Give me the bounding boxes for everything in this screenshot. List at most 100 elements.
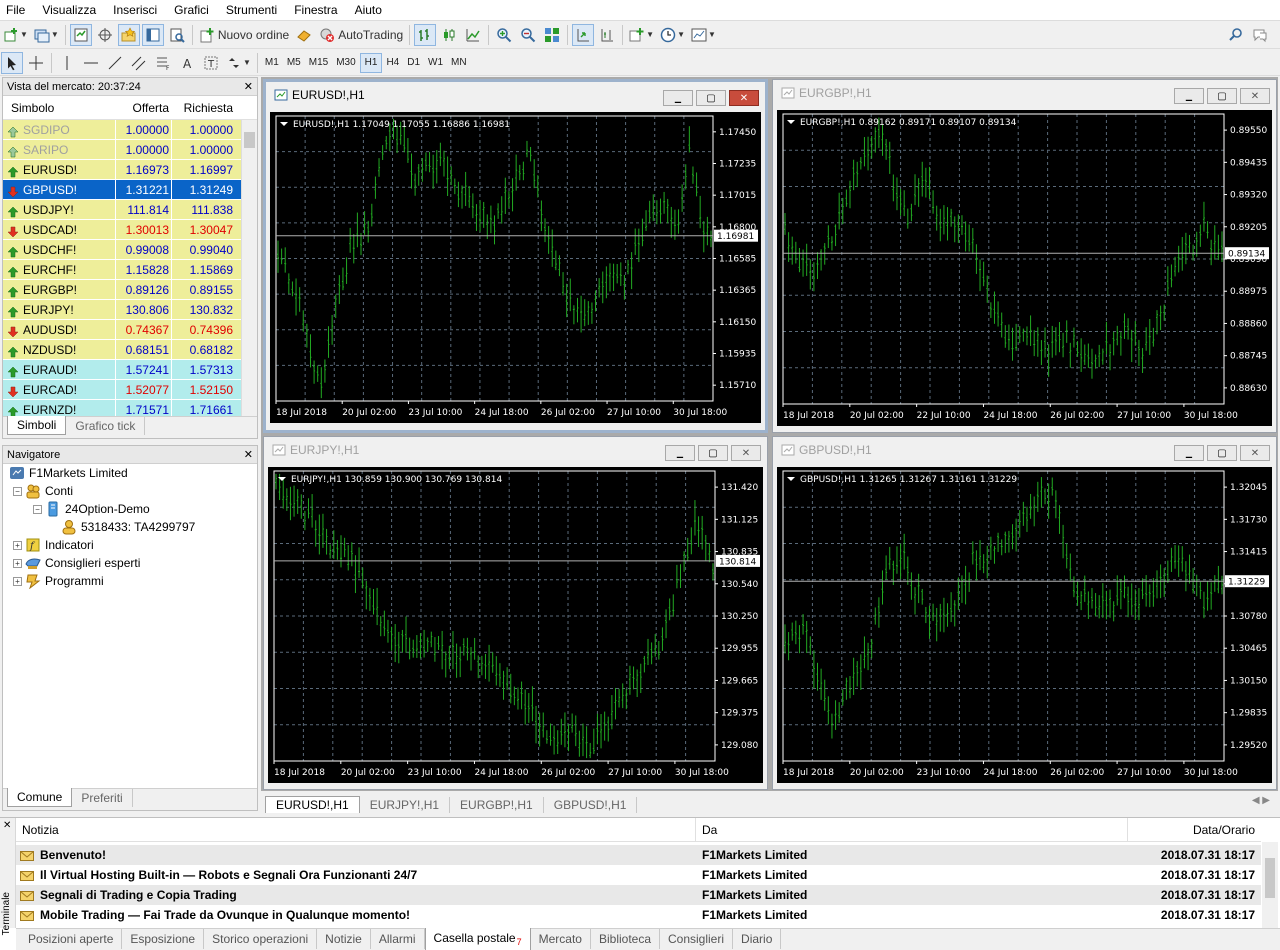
timeframe-m1[interactable]: M1: [261, 53, 283, 73]
symbol-row[interactable]: USDJPY! 111.814 111.838: [3, 200, 257, 220]
symbol-row[interactable]: EURAUD! 1.57241 1.57313: [3, 360, 257, 380]
timeframe-h1[interactable]: H1: [359, 52, 383, 73]
timeframe-m30[interactable]: M30: [332, 53, 359, 73]
minimize-button[interactable]: ▁: [1174, 445, 1204, 461]
chart-tab[interactable]: EURUSD!,H1: [265, 796, 360, 813]
text-label-tool[interactable]: T: [200, 52, 222, 74]
chart-window-eurgbp[interactable]: EURGBP!,H1 ▁ ▢ ✕ 0.89550 0.89435 0.89320 0.8920…: [772, 79, 1277, 433]
col-from[interactable]: Da: [696, 818, 1128, 841]
chart-window-eurusd[interactable]: EURUSD!,H1 ▁ ▢ ✕ 1.17450 1.17235 1.17015 1.1680…: [263, 79, 768, 433]
close-icon[interactable]: ✕: [244, 78, 253, 96]
nav-account[interactable]: 5318433: TA4299797: [3, 518, 257, 536]
close-window-button[interactable]: ✕: [729, 90, 759, 106]
horizontal-line-tool[interactable]: [80, 52, 102, 74]
terminal-tab-allarmi[interactable]: Allarmi: [371, 929, 425, 949]
symbol-row[interactable]: EURJPY! 130.806 130.832: [3, 300, 257, 320]
templates-button[interactable]: ▼: [689, 24, 718, 46]
terminal-scrollbar[interactable]: [1262, 842, 1278, 928]
menu-inserisci[interactable]: Inserisci: [113, 3, 157, 17]
chart-window-gbpusd[interactable]: GBPUSD!,H1▁▢✕1.320451.317301.314151.3109…: [772, 436, 1277, 790]
market-watch-scrollbar[interactable]: [241, 120, 257, 418]
nav-indicators[interactable]: + f Indicatori: [3, 536, 257, 554]
collapse-icon[interactable]: −: [13, 486, 22, 496]
maximize-button[interactable]: ▢: [1207, 445, 1237, 461]
expand-icon[interactable]: +: [13, 576, 22, 586]
symbol-row[interactable]: EURGBP! 0.89126 0.89155: [3, 280, 257, 300]
symbol-row[interactable]: NZDUSD! 0.68151 0.68182: [3, 340, 257, 360]
menu-aiuto[interactable]: Aiuto: [355, 3, 382, 17]
fibonacci-tool[interactable]: F: [152, 52, 174, 74]
tile-windows-button[interactable]: [541, 24, 563, 46]
symbol-row[interactable]: USDCHF! 0.99008 0.99040: [3, 240, 257, 260]
bar-chart-button[interactable]: [414, 23, 437, 46]
scroll-thumb[interactable]: [244, 132, 255, 148]
crosshair-tool[interactable]: [25, 52, 47, 74]
tab-grafico-tick[interactable]: Grafico tick: [66, 417, 146, 435]
cursor-tool[interactable]: [1, 51, 23, 74]
market-watch-toggle[interactable]: [69, 23, 92, 46]
collapse-icon[interactable]: −: [33, 504, 42, 514]
terminal-tab-diario[interactable]: Diario: [733, 929, 782, 949]
col-date[interactable]: Data/Orario: [1128, 818, 1261, 841]
tab-preferiti[interactable]: Preferiti: [72, 789, 133, 807]
timeframe-m5[interactable]: M5: [283, 53, 305, 73]
symbol-row[interactable]: AUDUSD! 0.74367 0.74396: [3, 320, 257, 340]
arrows-tool[interactable]: ▼: [224, 52, 253, 74]
menu-file[interactable]: File: [6, 3, 25, 17]
minimize-button[interactable]: ▁: [1174, 88, 1204, 104]
terminal-tab-mercato[interactable]: Mercato: [531, 929, 591, 949]
mail-row[interactable]: Il Virtual Hosting Built-in — Robots e S…: [16, 865, 1261, 885]
tab-simboli[interactable]: Simboli: [7, 416, 67, 435]
timeframe-h4[interactable]: H4: [382, 53, 403, 73]
nav-scripts[interactable]: + Programmi: [3, 572, 257, 590]
terminal-tab-notizie[interactable]: Notizie: [317, 929, 371, 949]
new-chart-button[interactable]: ▼: [1, 24, 30, 46]
terminal-tab-biblioteca[interactable]: Biblioteca: [591, 929, 660, 949]
profiles-button[interactable]: ▼: [32, 24, 61, 46]
price-chart[interactable]: 0.89550 0.89435 0.89320 0.89205 0.89090 0.889…: [777, 110, 1272, 426]
chat-button[interactable]: [1249, 24, 1271, 46]
terminal-tab-esposizione[interactable]: Esposizione: [122, 929, 205, 949]
metaeditor-button[interactable]: [293, 24, 315, 46]
scroll-thumb[interactable]: [1265, 858, 1275, 898]
nav-experts[interactable]: + Consiglieri esperti: [3, 554, 257, 572]
symbol-row[interactable]: EURUSD! 1.16973 1.16997: [3, 160, 257, 180]
minimize-button[interactable]: ▁: [663, 90, 693, 106]
strategy-tester-toggle[interactable]: [166, 24, 188, 46]
symbol-row[interactable]: EURCAD! 1.52077 1.52150: [3, 380, 257, 400]
menu-grafici[interactable]: Grafici: [174, 3, 209, 17]
timeframe-mn[interactable]: MN: [447, 53, 471, 73]
tab-comune[interactable]: Comune: [7, 788, 73, 807]
timeframe-d1[interactable]: D1: [403, 53, 424, 73]
zoom-out-button[interactable]: [517, 24, 539, 46]
terminal-toggle[interactable]: [141, 23, 164, 46]
price-chart[interactable]: 1.320451.317301.314151.310951.307801.304…: [777, 467, 1272, 783]
new-order-button[interactable]: Nuovo ordine: [197, 24, 291, 46]
nav-accounts[interactable]: − Conti: [3, 482, 257, 500]
col-symbol[interactable]: Simbolo: [3, 96, 115, 119]
navigator-toggle[interactable]: [117, 23, 140, 46]
close-icon[interactable]: ✕: [244, 446, 253, 464]
symbol-row[interactable]: SARIPO 1.00000 1.00000: [3, 140, 257, 160]
close-window-button[interactable]: ✕: [1240, 88, 1270, 104]
nav-root[interactable]: F1Markets Limited: [3, 464, 257, 482]
terminal-tab-consiglieri[interactable]: Consiglieri: [660, 929, 734, 949]
maximize-button[interactable]: ▢: [696, 90, 726, 106]
menu-strumenti[interactable]: Strumenti: [226, 3, 277, 17]
price-chart[interactable]: 131.420 131.125 130.835 130.540 130.250 129.9…: [268, 467, 763, 783]
symbol-row[interactable]: EURCHF! 1.15828 1.15869: [3, 260, 257, 280]
mail-row[interactable]: Mobile Trading — Fai Trade da Ovunque in…: [16, 905, 1261, 925]
auto-scroll-button[interactable]: [572, 23, 595, 46]
autotrading-button[interactable]: AutoTrading: [317, 24, 405, 46]
mail-row[interactable]: Segnali di Trading e Copia Trading F1Mark…: [16, 885, 1261, 905]
expand-icon[interactable]: +: [13, 558, 22, 568]
symbol-row[interactable]: SGDIPO 1.00000 1.00000: [3, 120, 257, 140]
periods-button[interactable]: ▼: [658, 24, 687, 46]
close-icon[interactable]: ✕: [3, 820, 11, 831]
maximize-button[interactable]: ▢: [698, 445, 728, 461]
chart-tab[interactable]: EURJPY!,H1: [360, 797, 451, 813]
nav-demo-server[interactable]: − 24Option-Demo: [3, 500, 257, 518]
candlestick-button[interactable]: [438, 24, 460, 46]
trendline-tool[interactable]: [104, 52, 126, 74]
terminal-tab-storico-operazioni[interactable]: Storico operazioni: [204, 929, 318, 949]
